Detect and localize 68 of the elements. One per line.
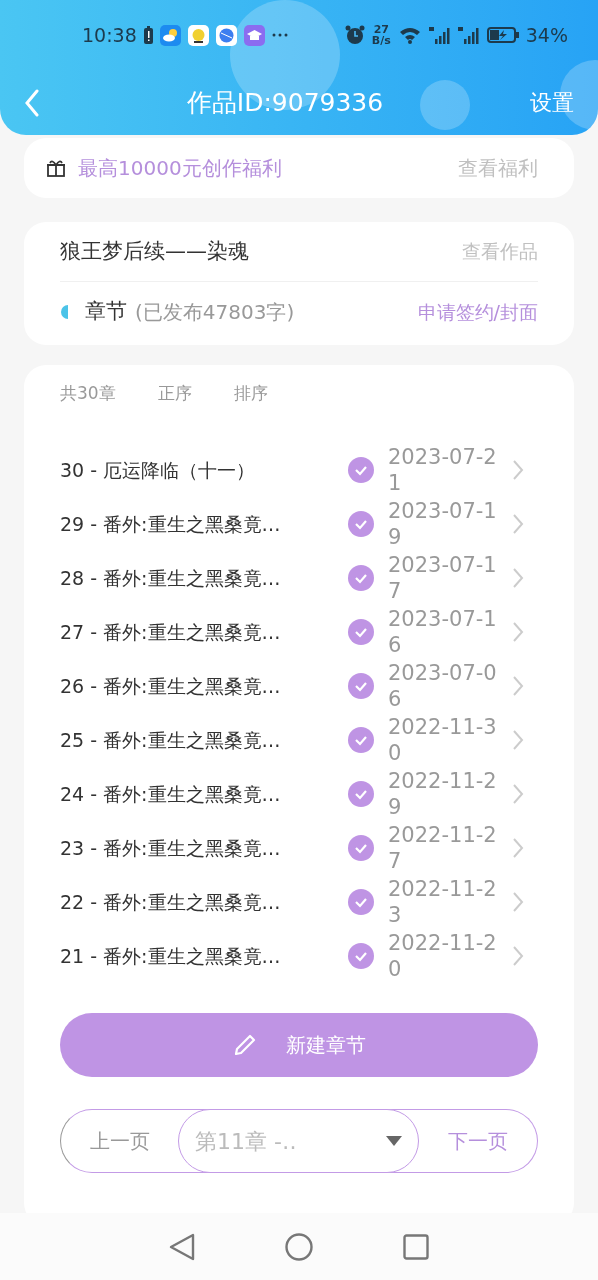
chevron-right-icon <box>512 729 524 751</box>
decorative-bubble <box>420 80 470 130</box>
chapter-title: 21 - 番外:重生之黑桑竟… <box>60 943 282 969</box>
chapter-date: 2022-11-30 <box>388 713 498 767</box>
browser-app-icon <box>215 24 237 46</box>
promo-text: 最高10000元创作福利 <box>78 155 283 182</box>
status-time: 10:38 <box>82 22 137 48</box>
section-marker-icon <box>60 305 68 319</box>
chapter-row[interactable]: 26 - 番外:重生之黑桑竟… 2023-07-06 <box>60 659 538 713</box>
chapter-date: 2023-07-16 <box>388 605 498 659</box>
chevron-right-icon <box>512 513 524 535</box>
chapter-date: 2022-11-27 <box>388 821 498 875</box>
chapter-title: 22 - 番外:重生之黑桑竟… <box>60 889 282 915</box>
chapter-row[interactable]: 21 - 番外:重生之黑桑竟… 2022-11-20 <box>60 929 538 983</box>
battery-charging-icon <box>486 27 519 43</box>
chapter-row[interactable]: 28 - 番外:重生之黑桑竟… 2023-07-17 <box>60 551 538 605</box>
section-label: 章节 <box>85 298 127 326</box>
network-speed-unit: B/s <box>371 35 391 46</box>
battery-alert-icon <box>143 26 153 44</box>
battery-level: 34% <box>525 22 568 48</box>
work-title: 狼王梦后续——染魂 <box>60 237 250 265</box>
page-title: 作品ID:9079336 <box>186 86 384 119</box>
network-speed-value: 27 <box>372 24 390 35</box>
chapter-row[interactable]: 29 - 番外:重生之黑桑竟… 2023-07-19 <box>60 497 538 551</box>
chapter-date: 2023-07-06 <box>388 659 498 713</box>
more-icon <box>271 33 288 37</box>
chapter-date: 2022-11-20 <box>388 929 498 983</box>
gift-icon <box>46 158 66 178</box>
chapter-date: 2023-07-21 <box>388 443 498 497</box>
chapter-row[interactable]: 23 - 番外:重生之黑桑竟… 2022-11-27 <box>60 821 538 875</box>
dropdown-caret-icon <box>386 1136 402 1146</box>
back-nav-icon[interactable] <box>169 1232 195 1261</box>
weather-app-icon <box>159 24 181 46</box>
chapter-title: 30 - 厄运降临（十一） <box>60 457 257 483</box>
home-nav-icon[interactable] <box>285 1232 313 1261</box>
chevron-right-icon <box>512 891 524 913</box>
chevron-right-icon <box>512 837 524 859</box>
chapter-title: 26 - 番外:重生之黑桑竟… <box>60 673 282 699</box>
chapter-date: 2022-11-29 <box>388 767 498 821</box>
chevron-right-icon <box>512 675 524 697</box>
chapter-row[interactable]: 25 - 番外:重生之黑桑竟… 2022-11-30 <box>60 713 538 767</box>
pencil-icon <box>232 1032 258 1058</box>
chapter-row[interactable]: 27 - 番外:重生之黑桑竟… 2023-07-16 <box>60 605 538 659</box>
chevron-right-icon <box>512 459 524 481</box>
recents-nav-icon[interactable] <box>403 1233 429 1260</box>
chapter-row[interactable]: 24 - 番外:重生之黑桑竟… 2022-11-29 <box>60 767 538 821</box>
signal-icon <box>457 26 480 44</box>
chapter-row[interactable]: 22 - 番外:重生之黑桑竟… 2022-11-23 <box>60 875 538 929</box>
chapter-count: 共30章 <box>60 382 116 406</box>
section-info: (已发布47803字) <box>135 299 296 326</box>
chevron-right-icon <box>512 783 524 805</box>
chevron-right-icon <box>512 567 524 589</box>
chapter-row[interactable]: 30 - 厄运降临（十一） 2023-07-21 <box>60 443 538 497</box>
chapter-title: 28 - 番外:重生之黑桑竟… <box>60 565 282 591</box>
chevron-right-icon <box>512 621 524 643</box>
signal-icon <box>428 26 451 44</box>
chapter-title: 29 - 番外:重生之黑桑竟… <box>60 511 282 537</box>
alarm-icon <box>344 25 365 45</box>
chapter-title: 25 - 番外:重生之黑桑竟… <box>60 727 282 753</box>
chapter-title: 24 - 番外:重生之黑桑竟… <box>60 781 282 807</box>
chapter-select-value: 第11章 -‥ <box>195 1127 298 1156</box>
app-icon <box>187 24 209 46</box>
chapter-date: 2023-07-17 <box>388 551 498 605</box>
chapter-date: 2023-07-19 <box>388 497 498 551</box>
chevron-right-icon <box>512 945 524 967</box>
chapter-date: 2022-11-23 <box>388 875 498 929</box>
chapter-title: 23 - 番外:重生之黑桑竟… <box>60 835 282 861</box>
chapter-title: 27 - 番外:重生之黑桑竟… <box>60 619 282 645</box>
